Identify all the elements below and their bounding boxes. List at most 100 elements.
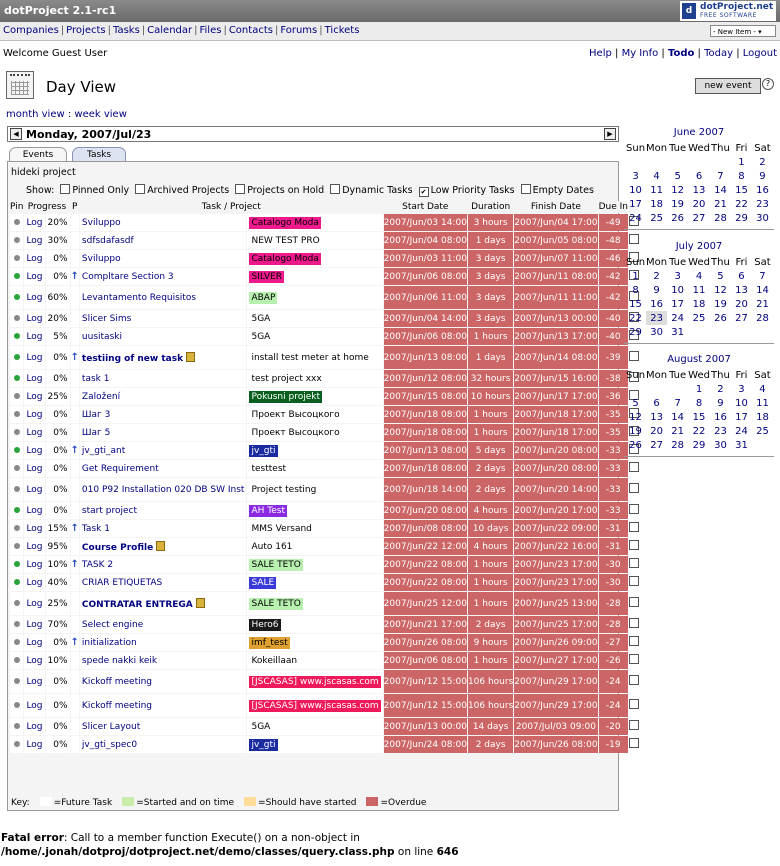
task-row[interactable]: Log 30% sdfsdafasdf NEW TEST PRO 2007/Jun/04… (10, 232, 639, 249)
pin-icon[interactable] (13, 599, 20, 606)
new-event-button[interactable]: new event (695, 78, 761, 94)
calendar-day[interactable]: 27 (731, 311, 752, 325)
pin-cell[interactable] (10, 538, 24, 555)
select-checkbox[interactable] (628, 576, 639, 586)
log-link[interactable]: Log (26, 314, 42, 324)
project-badge[interactable]: 5GA (249, 720, 273, 733)
pin-cell[interactable] (10, 670, 24, 693)
log-link[interactable]: Log (26, 446, 42, 456)
calendar-day[interactable]: 15 (625, 297, 646, 311)
project-badge[interactable]: Проект Высоцкого (249, 408, 342, 421)
user-link-my-info[interactable]: My Info (622, 48, 659, 59)
calendar-day[interactable]: 23 (752, 197, 773, 211)
pin-cell[interactable] (10, 652, 24, 669)
calendar-day[interactable]: 9 (646, 283, 667, 297)
calendar-day[interactable]: 5 (625, 396, 646, 410)
log-link[interactable]: Log (26, 236, 42, 246)
calendar-day[interactable]: 1 (625, 269, 646, 283)
task-link[interactable]: Založení (82, 392, 120, 402)
log-link[interactable]: Log (26, 428, 42, 438)
pin-cell[interactable] (10, 502, 24, 519)
select-checkbox[interactable] (628, 618, 639, 628)
task-row[interactable]: Log 20% Sviluppo Catalogo Moda 2007/Jun/03 1… (10, 214, 639, 231)
pin-icon[interactable] (13, 428, 20, 435)
pin-cell[interactable] (10, 286, 24, 309)
calendar-day[interactable]: 29 (625, 325, 646, 339)
project-badge[interactable]: Pokusni projekt (249, 390, 322, 403)
calendar-day[interactable]: 8 (625, 283, 646, 297)
filter-checkbox-pinned-only[interactable] (60, 184, 71, 194)
pin-icon[interactable] (13, 701, 20, 708)
calendar-day[interactable]: 24 (667, 311, 688, 325)
calendar-day[interactable]: 19 (667, 197, 688, 211)
pin-icon[interactable] (13, 506, 20, 513)
log-link[interactable]: Log (26, 293, 42, 303)
calendar-day[interactable]: 5 (710, 269, 731, 283)
task-link[interactable]: Шаг 5 (82, 428, 110, 438)
task-link[interactable]: jv_gti_spec0 (82, 740, 137, 750)
menu-item-companies[interactable]: Companies (3, 25, 59, 36)
select-checkbox[interactable] (628, 522, 639, 532)
calendar-day[interactable]: 21 (752, 297, 773, 311)
calendar-day[interactable]: 23 (646, 311, 668, 325)
calendar-day[interactable]: 27 (646, 438, 667, 452)
log-link[interactable]: Log (26, 506, 42, 516)
project-badge[interactable]: imf_test (249, 636, 290, 649)
pin-cell[interactable] (10, 388, 24, 405)
calendar-day[interactable]: 10 (731, 396, 752, 410)
select-checkbox[interactable] (628, 636, 639, 646)
mini-calendar-title[interactable]: August 2007 (624, 354, 774, 368)
project-badge[interactable]: ABAP (249, 291, 278, 304)
log-link[interactable]: Log (26, 218, 42, 228)
log-link[interactable]: Log (26, 374, 42, 384)
calendar-day[interactable]: 16 (710, 410, 731, 424)
project-badge[interactable]: testtest (249, 462, 289, 475)
user-link-logout[interactable]: Logout (743, 48, 777, 59)
select-checkbox[interactable] (628, 675, 639, 685)
calendar-day[interactable]: 10 (667, 283, 688, 297)
calendar-day[interactable]: 20 (688, 197, 710, 211)
select-checkbox[interactable] (628, 597, 639, 607)
calendar-day[interactable]: 27 (688, 211, 710, 225)
task-row[interactable]: Log 0% start project AH Test 2007/Jun/20 08:… (10, 502, 639, 519)
task-row[interactable]: Log 0% Kickoff meeting [JSCASAS] www.jscasa… (10, 694, 639, 717)
log-link[interactable]: Log (26, 740, 42, 750)
select-checkbox[interactable] (628, 540, 639, 550)
task-link[interactable]: task 1 (82, 374, 110, 384)
pin-cell[interactable] (10, 406, 24, 423)
pin-icon[interactable] (13, 542, 20, 549)
log-link[interactable]: Log (26, 677, 42, 687)
menu-item-contacts[interactable]: Contacts (229, 25, 273, 36)
calendar-day[interactable]: 28 (752, 311, 773, 325)
menu-item-files[interactable]: Files (200, 25, 222, 36)
filter-checkbox-dynamic-tasks[interactable] (330, 184, 341, 194)
task-link[interactable]: initialization (82, 638, 137, 648)
pin-cell[interactable] (10, 634, 24, 651)
task-row[interactable]: Log 60% Levantamento Requisitos ABAP 2007/Ju… (10, 286, 639, 309)
calendar-day[interactable]: 31 (731, 438, 752, 452)
calendar-day[interactable]: 13 (731, 283, 752, 297)
log-link[interactable]: Log (26, 701, 42, 711)
calendar-day[interactable]: 6 (688, 169, 710, 183)
pin-cell[interactable] (10, 424, 24, 441)
task-row[interactable]: Log 0% jv_gti_spec0 jv_gti 2007/Jun/24 08:00… (10, 736, 639, 753)
menu-item-calendar[interactable]: Calendar (147, 25, 192, 36)
project-badge[interactable]: 5GA (249, 312, 273, 325)
calendar-day[interactable]: 26 (625, 438, 646, 452)
select-checkbox[interactable] (628, 504, 639, 514)
calendar-day[interactable]: 21 (667, 424, 688, 438)
calendar-day[interactable]: 16 (752, 183, 773, 197)
task-link[interactable]: Kickoff meeting (82, 677, 152, 687)
calendar-day[interactable]: 9 (752, 169, 773, 183)
calendar-day[interactable]: 3 (667, 269, 688, 283)
task-row[interactable]: Log 25% Založení Pokusni projekt 2007/Jun/15… (10, 388, 639, 405)
pin-cell[interactable] (10, 718, 24, 735)
task-row[interactable]: Log 15% ↑ Task 1 MMS Versand 2007/Jun/08 08:0… (10, 520, 639, 537)
log-link[interactable]: Log (26, 560, 42, 570)
select-checkbox[interactable] (628, 558, 639, 568)
project-badge[interactable]: AH Test (249, 504, 287, 517)
pin-icon[interactable] (13, 638, 20, 645)
calendar-day[interactable]: 23 (710, 424, 731, 438)
log-link[interactable]: Log (26, 254, 42, 264)
calendar-day[interactable]: 12 (625, 410, 646, 424)
